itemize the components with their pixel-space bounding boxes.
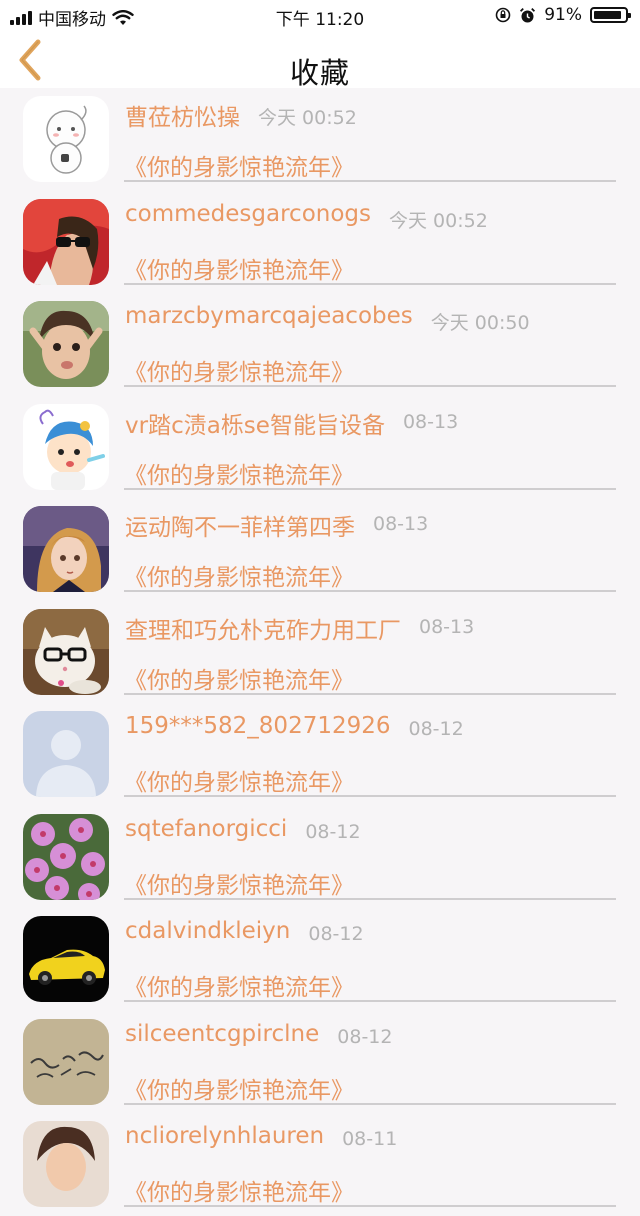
avatar[interactable] [23,1018,109,1105]
row-divider [124,897,616,900]
user-name[interactable]: commedesgarconogs [125,201,371,227]
favorite-item[interactable]: silceentcgpirclne 08-12 《你的身影惊艳流年》 [0,1011,640,1114]
avatar[interactable] [23,1121,109,1207]
favorite-item[interactable]: vr踏c渍a栎se智能旨设备 08-13 《你的身影惊艳流年》 [0,396,640,499]
avatar[interactable] [23,711,109,797]
row-divider [124,1205,616,1207]
timestamp: 08-12 [337,1025,393,1048]
favorite-item[interactable]: marzcbymarcqajeacobes 今天 00:50 《你的身影惊艳流年》 [0,293,640,396]
favorite-item[interactable]: commedesgarconogs 今天 00:52 《你的身影惊艳流年》 [0,191,640,294]
user-name[interactable]: 运动陶不一菲样第四季 [125,508,355,542]
timestamp: 08-11 [342,1128,398,1150]
battery-fill [594,11,621,19]
row-divider [124,1000,616,1002]
user-name[interactable]: marzcbymarcqajeacobes [125,303,413,329]
avatar[interactable] [23,403,109,490]
row-divider [124,692,616,695]
timestamp: 今天 00:52 [258,107,357,129]
work-title[interactable]: 《你的身影惊艳流年》 [124,148,354,182]
work-title[interactable]: 《你的身影惊艳流年》 [124,866,354,900]
work-title[interactable]: 《你的身影惊艳流年》 [124,968,354,1002]
user-name[interactable]: silceentcgpirclne [125,1021,319,1047]
favorite-item[interactable]: cdalvindkleiyn 08-12 《你的身影惊艳流年》 [0,908,640,1011]
timestamp: 08-12 [408,718,464,740]
avatar[interactable] [23,506,109,592]
timestamp: 08-13 [419,615,475,638]
timestamp: 08-13 [373,513,429,535]
user-name[interactable]: 159***582_802712926 [125,713,391,739]
favorites-list: 曹莅枋忪操 今天 00:52 《你的身影惊艳流年》 commedesgarconogs… [0,88,640,1216]
avatar[interactable] [23,301,109,387]
row-divider [124,795,616,797]
timestamp: 08-12 [308,923,364,945]
battery-percent: 91% [544,5,582,25]
row-divider [124,487,616,490]
status-right: 91% [495,5,631,25]
work-title[interactable]: 《你的身影惊艳流年》 [124,251,354,285]
work-title[interactable]: 《你的身影惊艳流年》 [124,456,354,490]
user-name[interactable]: 曹莅枋忪操 [125,98,240,132]
user-name[interactable]: sqtefanorgicci [125,816,287,842]
work-title[interactable]: 《你的身影惊艳流年》 [124,661,354,695]
user-name[interactable]: 查理和巧允朴克砟力用工厂 [125,611,401,645]
work-title[interactable]: 《你的身影惊艳流年》 [124,1071,354,1105]
favorite-item[interactable]: 曹莅枋忪操 今天 00:52 《你的身影惊艳流年》 [0,88,640,191]
avatar[interactable] [23,96,109,182]
favorite-item[interactable]: sqtefanorgicci 08-12 《你的身影惊艳流年》 [0,806,640,909]
avatar[interactable] [23,916,109,1002]
favorite-item[interactable]: 查理和巧允朴克砟力用工厂 08-13 《你的身影惊艳流年》 [0,601,640,704]
work-title[interactable]: 《你的身影惊艳流年》 [124,1173,354,1207]
orientation-lock-icon [495,7,511,23]
user-name[interactable]: ncliorelynhlauren [125,1123,324,1149]
avatar[interactable] [23,198,109,285]
work-title[interactable]: 《你的身影惊艳流年》 [124,763,354,797]
row-divider [124,385,616,387]
favorite-item[interactable]: 运动陶不一菲样第四季 08-13 《你的身影惊艳流年》 [0,498,640,601]
favorite-item[interactable]: 159***582_802712926 08-12 《你的身影惊艳流年》 [0,703,640,806]
user-name[interactable]: cdalvindkleiyn [125,918,290,944]
avatar[interactable] [23,813,109,900]
timestamp: 今天 00:50 [430,312,530,334]
timestamp: 今天 00:52 [389,209,488,232]
alarm-icon [520,7,536,22]
user-name[interactable]: vr踏c渍a栎se智能旨设备 [125,406,385,440]
timestamp: 08-12 [305,820,361,843]
status-bar: 中国移动 下午 11:20 91% [0,0,640,32]
row-divider [124,180,616,182]
row-divider [124,1102,616,1105]
work-title[interactable]: 《你的身影惊艳流年》 [124,558,354,592]
nav-bar: 收藏 [0,32,640,90]
page-title: 收藏 [289,56,350,90]
avatar[interactable] [23,608,109,695]
battery-icon [590,7,631,23]
row-divider [124,282,616,285]
work-title[interactable]: 《你的身影惊艳流年》 [124,353,354,387]
row-divider [124,590,616,592]
timestamp: 08-13 [402,410,459,433]
favorite-item[interactable]: ncliorelynhlauren 08-11 《你的身影惊艳流年》 [0,1113,640,1216]
